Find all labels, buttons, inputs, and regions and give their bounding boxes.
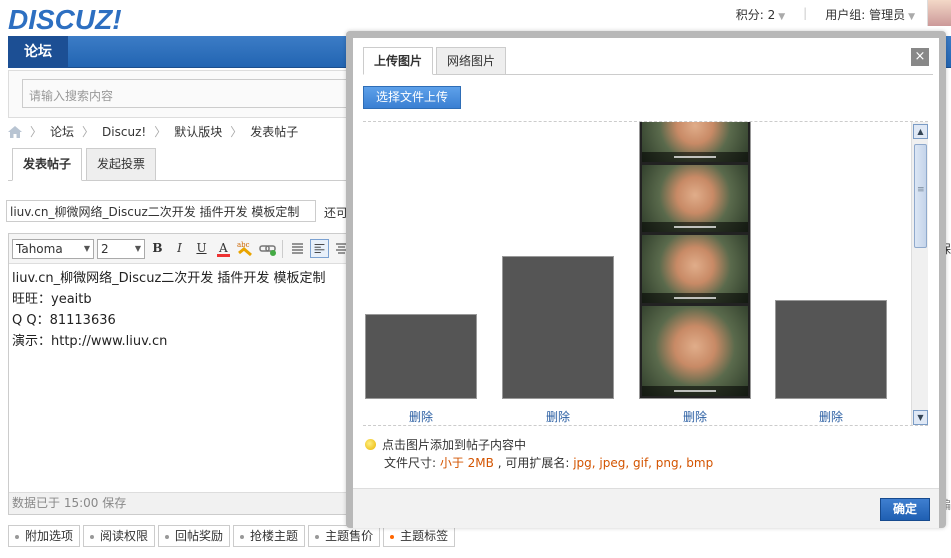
scroll-up-icon[interactable]: ▲: [913, 124, 928, 139]
tab-web-image[interactable]: 网络图片: [436, 47, 507, 75]
spellcheck-icon[interactable]: abc: [236, 239, 255, 258]
breadcrumb-default-board[interactable]: 默认版块: [174, 123, 222, 140]
lightbulb-icon: [365, 439, 376, 450]
content-line: Q Q：81113636: [12, 313, 116, 328]
option-topic-price[interactable]: 主题售价: [308, 525, 381, 547]
tab-new-post[interactable]: 发表帖子: [12, 148, 83, 181]
editor-content[interactable]: liuv.cn_柳微网络_Discuz二次开发 插件开发 模板定制 旺旺：yea…: [9, 264, 352, 356]
nav-forum-tab[interactable]: 论坛: [8, 36, 68, 68]
breadcrumb-separator: 〉: [230, 125, 243, 139]
chevron-down-icon: ▼: [908, 12, 915, 22]
option-topic-tags[interactable]: 主题标签: [383, 525, 456, 547]
font-size-select[interactable]: 2 ▼: [97, 238, 145, 259]
select-file-upload-button[interactable]: 选择文件上传: [363, 86, 462, 109]
editor-toolbar: Tahoma ▼ 2 ▼ B I U A abc: [9, 234, 352, 264]
content-line: 演示：http://www.liuv.cn: [12, 334, 168, 349]
delete-image-link[interactable]: 删除: [775, 408, 887, 425]
bold-icon[interactable]: B: [148, 239, 167, 258]
post-options: 附加选项 阅读权限 回帖奖励 抢楼主题 主题售价 主题标签: [8, 525, 456, 547]
breadcrumb-separator: 〉: [82, 125, 95, 139]
delete-image-link[interactable]: 删除: [365, 408, 477, 425]
uploaded-image-thumbnail[interactable]: [365, 314, 477, 399]
option-extra[interactable]: 附加选项: [8, 525, 81, 547]
image-item: 删除: [502, 256, 614, 425]
breadcrumb-separator: 〉: [30, 125, 43, 139]
font-family-select[interactable]: Tahoma ▼: [12, 238, 94, 259]
delete-image-link[interactable]: 删除: [502, 408, 614, 425]
scroll-down-icon[interactable]: ▼: [913, 410, 928, 425]
breadcrumb-separator: 〉: [154, 125, 167, 139]
tip-size-value: 小于 2MB: [439, 456, 494, 470]
scroll-thumb[interactable]: [914, 144, 927, 248]
image-item: 删除: [775, 300, 887, 425]
tip-click-to-insert: 点击图片添加到帖子内容中: [382, 438, 527, 452]
option-floor-topic[interactable]: 抢楼主题: [233, 525, 306, 547]
option-read-permission[interactable]: 阅读权限: [83, 525, 156, 547]
uploaded-image-thumbnail[interactable]: [639, 122, 751, 399]
subject-input[interactable]: liuv.cn_柳微网络_Discuz二次开发 插件开发 模板定制: [6, 200, 316, 222]
image-item: 删除: [365, 314, 477, 425]
search-placeholder: 请输入搜索内容: [29, 89, 114, 103]
uploaded-image-gallery: 删除 删除 删除 删除 ▲ ▼: [363, 121, 928, 426]
font-color-icon[interactable]: A: [214, 239, 233, 258]
confirm-button[interactable]: 确定: [880, 498, 930, 521]
content-line: liuv.cn_柳微网络_Discuz二次开发 插件开发 模板定制: [12, 271, 326, 286]
dialog-tabs: 上传图片 网络图片: [363, 47, 507, 75]
uploaded-image-thumbnail[interactable]: [502, 256, 614, 399]
home-icon[interactable]: [8, 125, 22, 138]
tab-upload-image[interactable]: 上传图片: [363, 47, 434, 75]
breadcrumb-current: 发表帖子: [250, 125, 299, 139]
gallery-scrollbar[interactable]: ▲ ▼: [911, 122, 928, 425]
tip-file-limits: 文件尺寸: 小于 2MB , 可用扩展名: jpg, jpeg, gif, pn…: [365, 454, 713, 472]
svg-text:DISCUZ!: DISCUZ!: [8, 4, 122, 34]
user-info: 积分: 2 ▼ | 用户组: 管理员 ▼: [735, 6, 915, 23]
usergroup-menu[interactable]: 用户组: 管理员 ▼: [825, 6, 915, 23]
underline-icon[interactable]: U: [192, 239, 211, 258]
chevron-down-icon: ▼: [83, 244, 90, 253]
tip-size-label: 文件尺寸:: [384, 456, 440, 470]
close-icon[interactable]: ×: [911, 48, 929, 66]
tab-new-poll[interactable]: 发起投票: [86, 148, 157, 181]
chevron-down-icon: ▼: [778, 12, 786, 22]
breadcrumb: 〉 论坛 〉 Discuz! 〉 默认版块 〉 发表帖子: [8, 123, 298, 140]
link-icon[interactable]: [258, 239, 277, 258]
post-editor: Tahoma ▼ 2 ▼ B I U A abc liuv.cn_柳微网络_Disc…: [8, 233, 353, 515]
chevron-down-icon: ▼: [134, 244, 141, 253]
option-reply-reward[interactable]: 回帖奖励: [158, 525, 231, 547]
breadcrumb-forum[interactable]: 论坛: [50, 123, 74, 140]
discuz-logo: DISCUZ!: [8, 4, 122, 34]
image-item: 删除: [639, 122, 751, 425]
dialog-footer: 确定: [353, 488, 939, 528]
image-upload-dialog: 上传图片 网络图片 × 选择文件上传 删除 删除 删除 删除 ▲ ≡ ▼ 点击图…: [346, 31, 946, 528]
align-justify-icon[interactable]: [288, 239, 307, 258]
avatar[interactable]: [927, 0, 951, 26]
italic-icon[interactable]: I: [170, 239, 189, 258]
align-left-icon[interactable]: [310, 239, 329, 258]
svg-text:A: A: [218, 241, 228, 255]
tip-ext-label: , 可用扩展名:: [493, 456, 574, 470]
points-menu[interactable]: 积分: 2 ▼: [736, 6, 785, 23]
upload-tips: 点击图片添加到帖子内容中 文件尺寸: 小于 2MB , 可用扩展名: jpg, …: [365, 436, 713, 472]
toolbar-divider: [282, 239, 283, 258]
search-input[interactable]: 请输入搜索内容: [22, 79, 352, 108]
autosave-status: 数据已于 15:00 保存: [9, 492, 352, 514]
uploaded-image-thumbnail[interactable]: [775, 300, 887, 399]
breadcrumb-discuz[interactable]: Discuz!: [102, 125, 146, 139]
post-tabs: 发表帖子 发起投票: [12, 148, 157, 181]
content-line: 旺旺：yeaitb: [12, 292, 92, 307]
tip-ext-value: jpg, jpeg, gif, png, bmp: [573, 456, 714, 470]
delete-image-link[interactable]: 删除: [639, 408, 751, 425]
